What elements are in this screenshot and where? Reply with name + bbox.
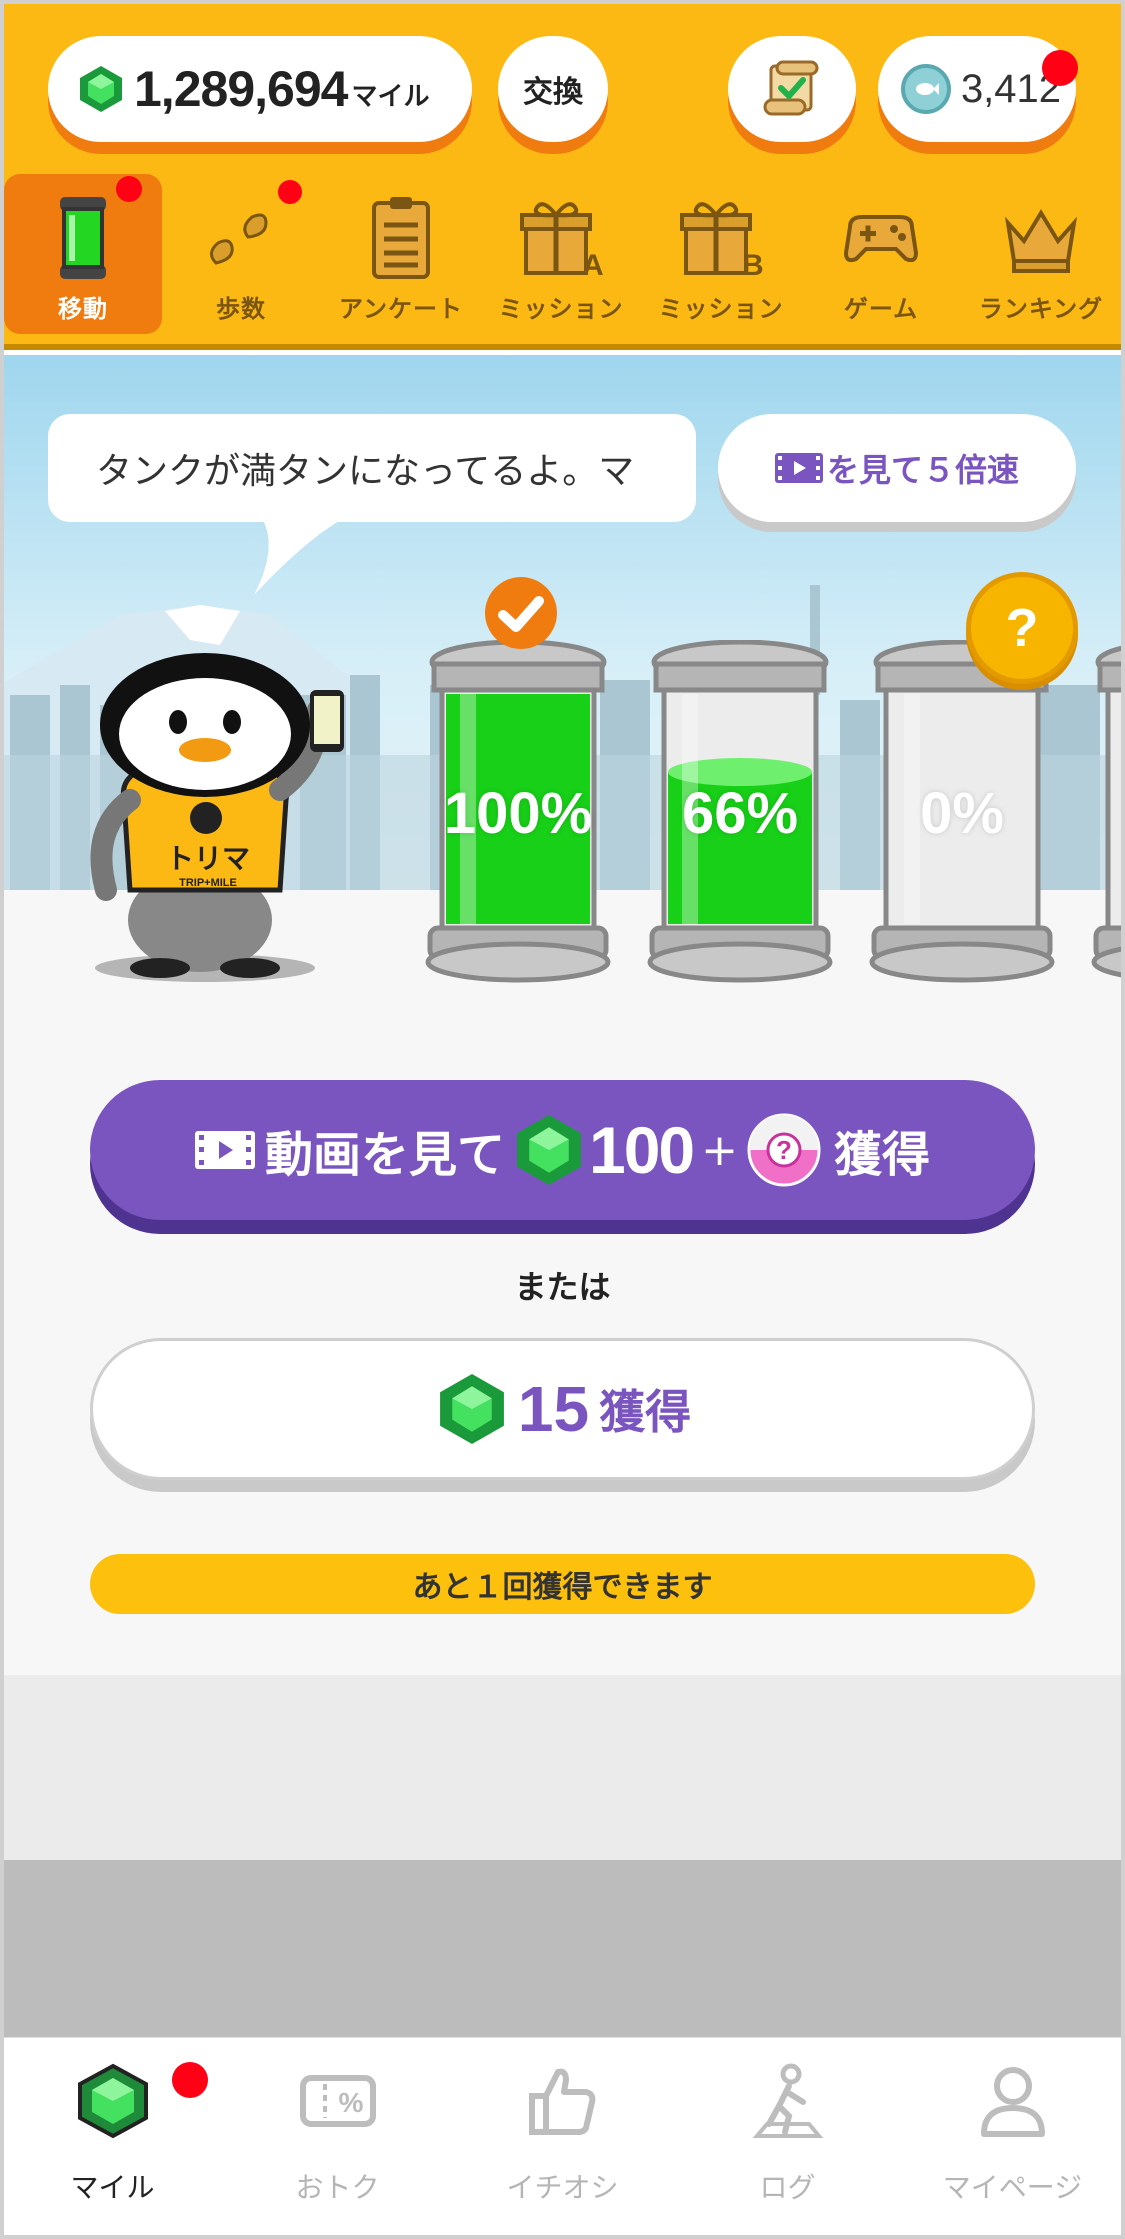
- thumbs-up-icon: [528, 2068, 595, 2135]
- video-plus: +: [701, 1124, 738, 1176]
- earn-suffix: 獲得: [599, 1385, 692, 1439]
- clipboard-icon: [372, 197, 430, 279]
- watch-video-speed-up-button[interactable]: を見て５倍速: [718, 414, 1076, 522]
- coin-balance[interactable]: 3,412: [878, 36, 1076, 142]
- svg-text:A: A: [582, 249, 604, 282]
- gem-icon: [439, 1374, 504, 1444]
- question-icon: ?: [1005, 598, 1039, 658]
- exchange-label: 交換: [523, 75, 583, 110]
- earn-miles-button[interactable]: 15 獲得: [90, 1338, 1035, 1480]
- person-icon: [980, 2067, 1045, 2137]
- video-amount: 100: [589, 1113, 695, 1187]
- tank-icon: [60, 197, 106, 279]
- shirt-logo-subtext: TRIP+MILE: [179, 877, 237, 889]
- gamepad-icon: [843, 215, 919, 263]
- video-icon: [774, 453, 823, 483]
- nav-label: おトク: [295, 2171, 380, 2204]
- remaining-count-banner: あと１回獲得できます: [90, 1554, 1035, 1614]
- tank-percent: 0%: [920, 781, 1004, 846]
- exchange-button[interactable]: 交換: [498, 36, 608, 142]
- nav-log[interactable]: ログ: [675, 2058, 900, 2228]
- tab-move-badge: [116, 176, 142, 202]
- tab-label: ランキング: [978, 295, 1104, 323]
- miles-value: 1,289,694: [134, 61, 348, 117]
- svg-text:%: %: [338, 2087, 363, 2118]
- shirt-logo-text: トリマ: [166, 842, 250, 875]
- fish-coin-icon: [900, 64, 951, 114]
- nav-label: ログ: [759, 2171, 816, 2204]
- crown-icon: [1004, 209, 1078, 273]
- penguin-mascot: トリマ TRIP+MILE: [90, 653, 344, 982]
- footprints-icon: [210, 213, 268, 265]
- walker-icon: [752, 2063, 823, 2138]
- daily-checklist-button[interactable]: [728, 36, 856, 142]
- top-header: 1,289,694 マイル 交換 3,412 移動 歩数 アンケート A ミッシ…: [0, 0, 1125, 350]
- mile-tank-partial: [1091, 644, 1125, 979]
- mile-tank[interactable]: 66%: [646, 639, 834, 985]
- gift-b-icon: B: [680, 202, 764, 282]
- mystery-badge[interactable]: ?: [966, 572, 1078, 684]
- or-divider-text: または: [514, 1268, 611, 1306]
- content-spacer: [0, 1675, 1125, 1860]
- mile-tank[interactable]: 0%: [868, 639, 1056, 985]
- tab-label: 歩数: [216, 295, 266, 323]
- gem-icon: [517, 1115, 581, 1185]
- nav-label: イチオシ: [506, 2171, 619, 2204]
- mascot-speech-bubble: タンクが満タンになってるよ。マ: [48, 414, 696, 522]
- tab-game[interactable]: ゲーム: [802, 174, 960, 334]
- remaining-text: あと１回獲得できます: [412, 1570, 713, 1605]
- video-icon: [194, 1131, 255, 1169]
- coupon-icon: %: [299, 2075, 376, 2127]
- category-tabs: 移動 歩数 アンケート A ミッション B ミッション ゲーム ランキング: [0, 170, 1125, 350]
- coins-notification-badge: [1042, 50, 1078, 86]
- boost-label: を見て５倍速: [826, 451, 1019, 489]
- gem-icon: [77, 2063, 148, 2139]
- speech-text: タンクが満タンになってるよ。マ: [96, 451, 635, 492]
- tab-label: ミッション: [658, 295, 784, 323]
- tab-label: アンケート: [338, 295, 464, 323]
- earn-amount: 15: [517, 1373, 590, 1445]
- nav-miles-badge: [172, 2062, 208, 2098]
- svg-text:?: ?: [776, 1135, 792, 1165]
- tank-percent: 100%: [443, 781, 593, 846]
- mile-tank[interactable]: 100%: [424, 639, 612, 985]
- nav-recommend[interactable]: イチオシ: [450, 2058, 675, 2228]
- tab-label: ミッション: [498, 295, 624, 323]
- nav-label: マイル: [70, 2171, 155, 2204]
- watch-video-earn-button[interactable]: 動画を見て 100 + ? 獲得: [90, 1080, 1035, 1220]
- checkmark-icon: [485, 577, 557, 649]
- miles-unit: マイル: [351, 81, 430, 112]
- tab-steps-badge: [278, 180, 302, 204]
- svg-text:B: B: [742, 249, 764, 282]
- nav-mypage[interactable]: マイページ: [900, 2058, 1125, 2228]
- nav-label: マイページ: [942, 2171, 1083, 2204]
- bottom-navigation: マイル % おトク イチオシ ログ マイページ: [0, 2037, 1125, 2239]
- video-suffix: 獲得: [834, 1127, 931, 1183]
- mystery-capsule-icon: ?: [747, 1113, 821, 1187]
- speech-tail: [254, 515, 350, 595]
- tab-label: ゲーム: [843, 295, 919, 323]
- tab-ranking[interactable]: ランキング: [962, 174, 1120, 334]
- tab-mission-a[interactable]: A ミッション: [482, 174, 640, 334]
- tank-percent: 66%: [681, 781, 799, 846]
- content-spacer-dark: [0, 1860, 1125, 2037]
- gift-a-icon: A: [520, 202, 604, 282]
- tab-mission-b[interactable]: B ミッション: [642, 174, 800, 334]
- miles-balance[interactable]: 1,289,694 マイル: [48, 36, 472, 142]
- video-prefix: 動画を見て: [264, 1127, 505, 1183]
- nav-deals[interactable]: % おトク: [225, 2058, 450, 2228]
- tab-survey[interactable]: アンケート: [322, 174, 480, 334]
- gem-icon: [80, 66, 122, 112]
- tab-label: 移動: [58, 295, 108, 323]
- scroll-check-icon: [763, 60, 819, 116]
